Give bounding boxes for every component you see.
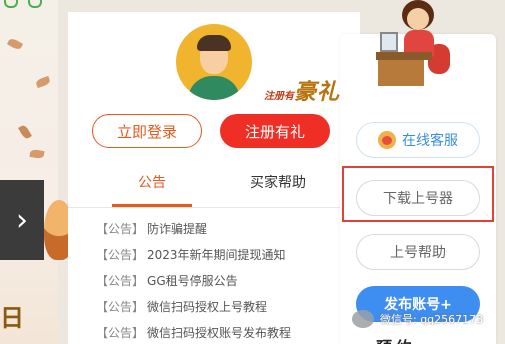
wechat-watermark: 微信号: qq2567173 <box>352 310 483 328</box>
list-item[interactable]: 【公告】 2023年新年期间提现通知 <box>96 246 356 272</box>
leaf-icon <box>29 148 45 160</box>
login-panel: 注册有 豪礼 立即登录 注册有礼 公告 买家帮助 【公告】 防诈骗提醒 【公告】… <box>68 12 360 344</box>
banner-partial-word: 日 <box>0 304 24 332</box>
register-promo-banner[interactable]: 注册有 豪礼 <box>264 74 340 106</box>
list-item[interactable]: 【公告】 GG租号停服公告 <box>96 272 356 298</box>
leaf-icon <box>35 75 51 89</box>
list-item[interactable]: 【公告】 微信扫码授权账号发布教程 <box>96 324 356 344</box>
customer-service-icon <box>378 131 396 149</box>
notice-tag: 【公告】 <box>96 326 145 340</box>
notice-tag: 【公告】 <box>96 248 145 262</box>
decor-icon <box>4 0 18 8</box>
computer-icon <box>380 32 398 52</box>
watermark-text: 微信号: qq2567173 <box>380 313 484 326</box>
online-service-label: 在线客服 <box>402 133 458 149</box>
avatar <box>176 24 252 100</box>
notice-tag: 【公告】 <box>96 222 145 236</box>
left-banner: 日 <box>0 0 58 344</box>
notice-tag: 【公告】 <box>96 300 145 314</box>
notice-title: 2023年新年期间提现通知 <box>147 248 286 262</box>
notice-list: 【公告】 防诈骗提醒 【公告】 2023年新年期间提现通知 【公告】 GG租号停… <box>96 220 356 344</box>
wechat-icon <box>352 310 374 328</box>
cut-off-text: 预约 <box>376 334 416 344</box>
list-item[interactable]: 【公告】 防诈骗提醒 <box>96 220 356 246</box>
login-button[interactable]: 立即登录 <box>92 114 202 148</box>
promo-small-text: 注册有 <box>264 91 294 102</box>
list-item[interactable]: 【公告】 微信扫码授权上号教程 <box>96 298 356 324</box>
promo-big-text: 豪礼 <box>294 80 341 105</box>
notice-tag: 【公告】 <box>96 274 145 288</box>
notice-title: 微信扫码授权上号教程 <box>147 300 268 314</box>
notice-title: GG租号停服公告 <box>147 274 238 288</box>
tab-buyer-help[interactable]: 买家帮助 <box>228 172 328 208</box>
carousel-next-button[interactable]: › <box>0 180 44 260</box>
tab-notice[interactable]: 公告 <box>112 172 192 208</box>
leaf-icon <box>6 37 24 51</box>
download-tool-button[interactable]: 下载上号器 <box>356 180 480 216</box>
active-tab-indicator <box>112 204 192 207</box>
notice-title: 防诈骗提醒 <box>147 222 208 236</box>
online-service-button[interactable]: 在线客服 <box>356 122 480 158</box>
customer-service-illustration <box>368 0 452 86</box>
chevron-right-icon: › <box>16 202 28 238</box>
leaf-icon <box>18 123 32 141</box>
top-icons <box>4 0 42 8</box>
login-help-button[interactable]: 上号帮助 <box>356 234 480 270</box>
decor-icon <box>28 0 42 8</box>
notice-title: 微信扫码授权账号发布教程 <box>147 326 292 340</box>
notice-tabs: 公告 买家帮助 <box>68 172 360 208</box>
register-button[interactable]: 注册有礼 <box>220 114 330 148</box>
